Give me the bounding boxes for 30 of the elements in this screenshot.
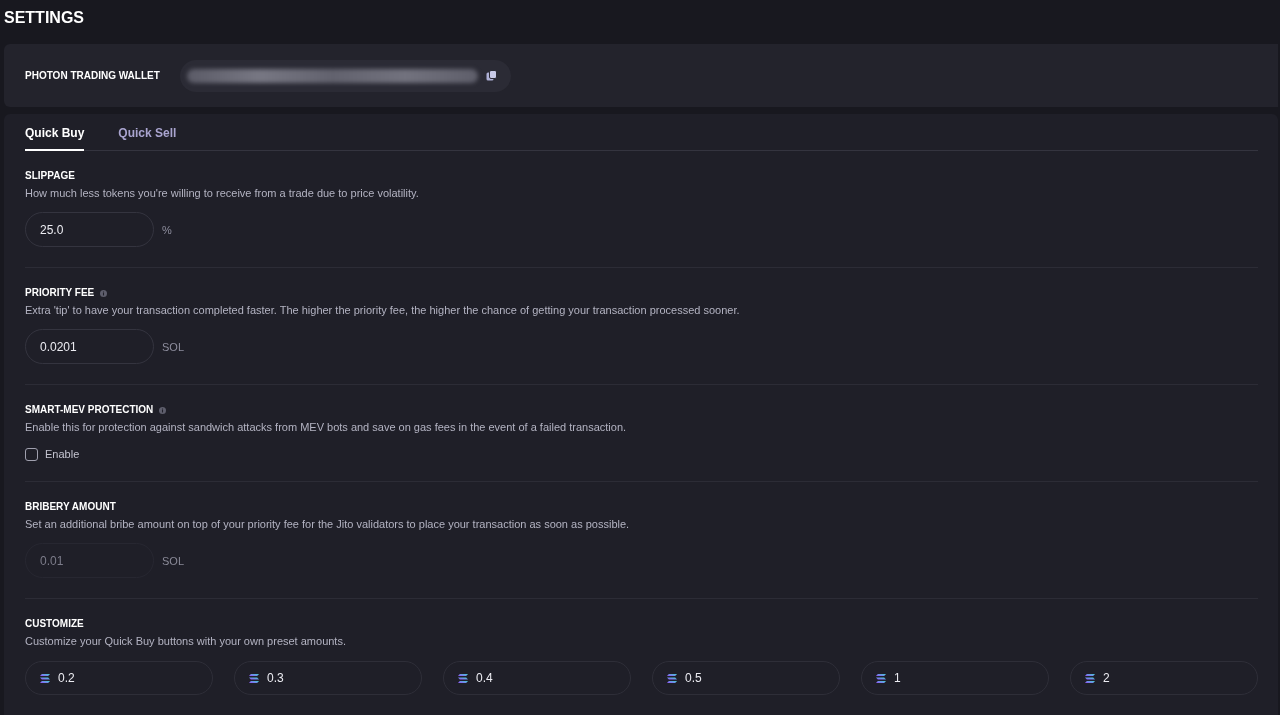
- stacked-bars-icon: [458, 673, 468, 683]
- tab[interactable]: Quick Buy: [25, 114, 85, 151]
- section-heading: BRIBERY AMOUNT: [25, 500, 116, 514]
- page-title: SETTINGS: [4, 8, 84, 28]
- stacked-bars-icon: [1085, 673, 1095, 683]
- section-heading: PRIORITY FEE: [25, 286, 95, 300]
- section-description: Customize your Quick Buy buttons with your own preset amounts.: [25, 634, 347, 649]
- section-heading: SMART-MEV PROTECTION: [25, 403, 154, 417]
- stacked-bars-icon: [40, 673, 50, 683]
- section-description: How much less tokens you're willing to receive from a trade due to price volatility.: [25, 186, 420, 201]
- unit-label: SOL: [162, 554, 184, 567]
- section-heading: SLIPPAGE: [25, 169, 75, 183]
- stacked-bars-icon: [876, 673, 886, 683]
- wallet-label: PHOTON TRADING WALLET: [25, 70, 160, 81]
- tab[interactable]: Quick Sell: [118, 114, 177, 151]
- checkbox-label: Enable: [45, 448, 80, 460]
- info-icon[interactable]: [100, 289, 108, 297]
- section-description: Extra 'tip' to have your transaction completed faster. The higher the priority fee, the higher the chance of getting your transaction processed sooner.: [25, 303, 741, 318]
- stacked-bars-icon: [667, 673, 677, 683]
- checkbox[interactable]: [25, 447, 38, 461]
- info-icon[interactable]: [159, 406, 167, 414]
- section-description: Enable this for protection against sandwich attacks from MEV bots and save on gas fees in the event of a failed transaction.: [25, 420, 628, 435]
- number-input[interactable]: 0.0201: [25, 329, 154, 364]
- unit-label: %: [162, 223, 172, 236]
- section-heading: CUSTOMIZE: [25, 617, 84, 631]
- number-input[interactable]: 25.0: [25, 212, 154, 247]
- copy-icon[interactable]: [485, 70, 497, 81]
- stacked-bars-icon: [249, 673, 259, 683]
- section-description: Set an additional bribe amount on top of your priority fee for the Jito validators to place your transaction as soon as possible.: [25, 517, 631, 532]
- unit-label: SOL: [162, 340, 184, 353]
